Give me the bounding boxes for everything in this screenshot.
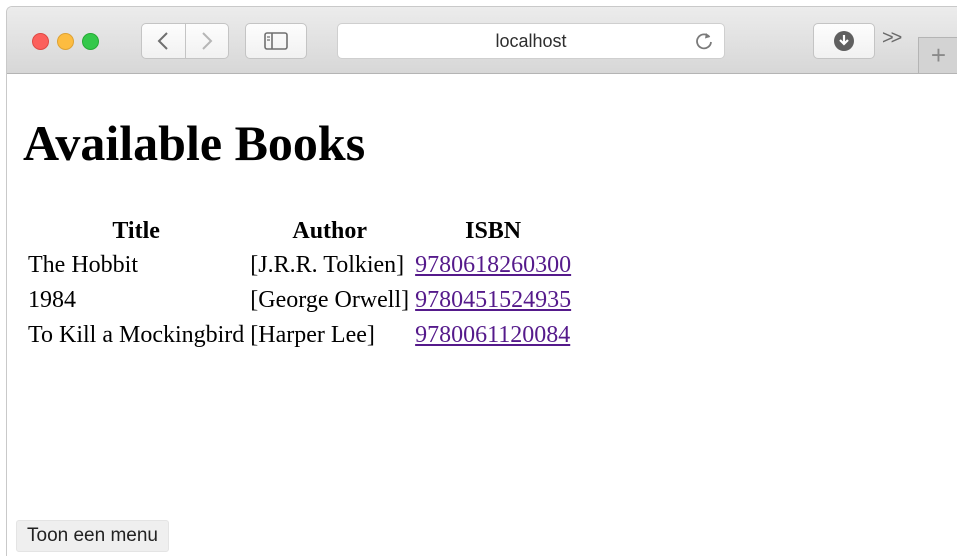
column-header-author: Author xyxy=(292,218,368,244)
book-isbn-cell: 9780618260300 xyxy=(414,249,572,282)
book-isbn-cell: 9780451524935 xyxy=(414,284,572,317)
table-row: The Hobbit [J.R.R. Tolkien] 978061826030… xyxy=(27,249,572,282)
isbn-link[interactable]: 9780061120084 xyxy=(415,322,570,348)
download-icon xyxy=(834,31,854,51)
forward-button[interactable] xyxy=(184,24,229,58)
new-tab-button[interactable]: + xyxy=(918,37,957,73)
downloads-button[interactable] xyxy=(813,23,875,59)
browser-window: localhost >> + Available Books Title Aut… xyxy=(6,6,957,556)
navigation-buttons xyxy=(141,23,229,59)
isbn-link[interactable]: 9780618260300 xyxy=(415,252,571,278)
book-author: [Harper Lee] xyxy=(250,322,375,348)
minimize-window-button[interactable] xyxy=(57,33,74,50)
isbn-link[interactable]: 9780451524935 xyxy=(415,287,571,313)
close-window-button[interactable] xyxy=(32,33,49,50)
books-table: Title Author ISBN The Hobbit [J.R.R. Tol… xyxy=(23,214,576,354)
page-content: Available Books Title Author ISBN The Ho… xyxy=(7,74,957,556)
overflow-chevron-button[interactable]: >> xyxy=(882,27,902,50)
table-row: 1984 [George Orwell] 9780451524935 xyxy=(27,284,572,317)
browser-toolbar: localhost >> + xyxy=(7,7,957,74)
page-title: Available Books xyxy=(23,115,366,171)
book-isbn-cell: 9780061120084 xyxy=(414,319,572,352)
book-author: [George Orwell] xyxy=(250,287,410,313)
address-bar[interactable]: localhost xyxy=(337,23,725,59)
book-author: [J.R.R. Tolkien] xyxy=(250,252,405,278)
book-title: The Hobbit xyxy=(28,252,138,278)
forward-chevron-icon xyxy=(202,32,213,50)
table-row: To Kill a Mockingbird [Harper Lee] 97800… xyxy=(27,319,572,352)
table-header-row: Title Author ISBN xyxy=(27,216,572,247)
book-title: To Kill a Mockingbird xyxy=(28,322,245,348)
back-button[interactable] xyxy=(142,24,185,58)
reload-icon[interactable] xyxy=(694,31,714,51)
back-chevron-icon xyxy=(157,32,168,50)
zoom-window-button[interactable] xyxy=(82,33,99,50)
address-text: localhost xyxy=(495,30,567,51)
sidebar-icon xyxy=(264,32,288,50)
sidebar-button[interactable] xyxy=(245,23,307,59)
status-bar: Toon een menu xyxy=(16,520,169,552)
column-header-title: Title xyxy=(112,218,160,244)
book-title: 1984 xyxy=(28,287,76,313)
column-header-isbn: ISBN xyxy=(465,218,522,244)
